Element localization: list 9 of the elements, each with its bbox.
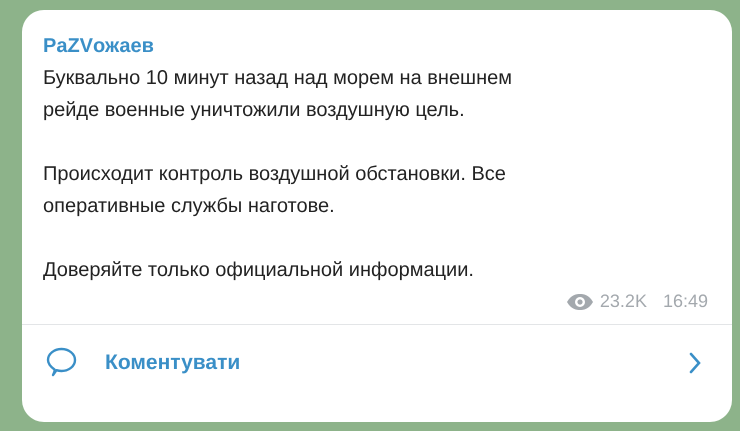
message-paragraph: Доверяйте только официальной информации.: [43, 258, 475, 283]
message-paragraph: Буквально 10 минут назад над морем на внешнем рейде военные уничтожили воздушную цель.: [43, 66, 514, 123]
sender-name[interactable]: PaZVожаев: [43, 34, 154, 58]
chevron-right-icon: [688, 352, 702, 374]
comment-button[interactable]: Коментувати: [22, 325, 732, 401]
message-paragraph: Происходит контроль воздушной обстановки. Все оперативные службы наготове.: [43, 162, 507, 219]
message-time: 16:49: [662, 290, 708, 313]
eye-icon: [566, 292, 594, 310]
view-count: 23.2K: [600, 290, 647, 313]
